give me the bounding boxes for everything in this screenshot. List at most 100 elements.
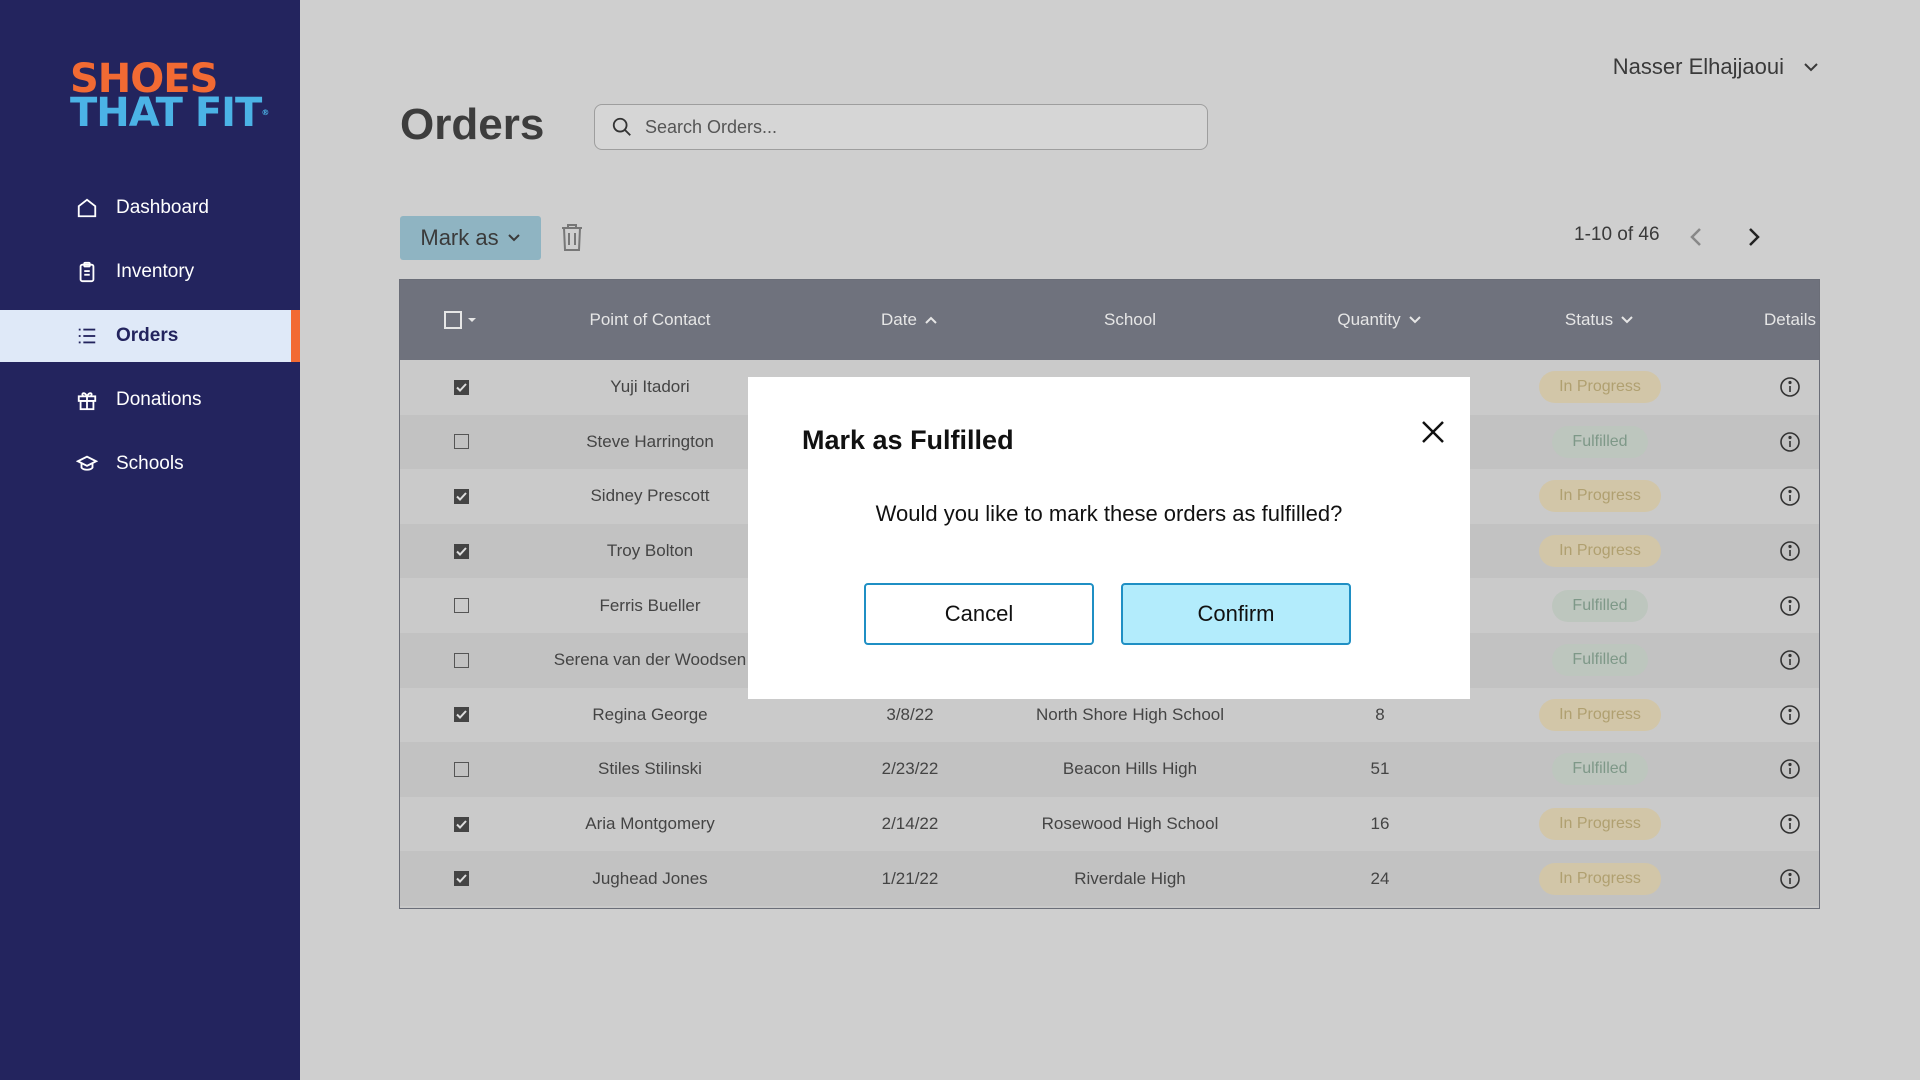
user-menu[interactable]: Nasser Elhajjaoui bbox=[1613, 54, 1820, 80]
info-icon[interactable] bbox=[1779, 376, 1801, 398]
cell-details[interactable] bbox=[1690, 524, 1890, 579]
cell-contact: Ferris Bueller bbox=[599, 595, 701, 615]
chevron-left-icon[interactable] bbox=[1688, 226, 1704, 248]
cell-contact: Serena van der Woodsen bbox=[553, 650, 747, 670]
info-icon[interactable] bbox=[1779, 758, 1801, 780]
info-icon[interactable] bbox=[1779, 868, 1801, 890]
search-box bbox=[594, 104, 1208, 150]
table-row[interactable]: Aria Montgomery 2/14/22 Rosewood High Scho… bbox=[400, 796, 1819, 852]
info-icon[interactable] bbox=[1779, 704, 1801, 726]
cell-details[interactable] bbox=[1690, 633, 1890, 688]
mark-as-dropdown[interactable]: Mark as bbox=[400, 216, 541, 260]
sidebar-item-inventory[interactable]: Inventory bbox=[0, 246, 300, 298]
cancel-button[interactable]: Cancel bbox=[864, 583, 1094, 645]
row-checkbox[interactable] bbox=[453, 707, 469, 723]
sidebar-nav: Dashboard Inventory Orders Donations Sch… bbox=[0, 182, 300, 502]
row-checkbox[interactable] bbox=[453, 761, 469, 777]
sidebar-item-orders[interactable]: Orders bbox=[0, 310, 300, 362]
cell-school: Beacon Hills High bbox=[1062, 759, 1198, 779]
cell-details[interactable] bbox=[1690, 578, 1890, 633]
row-checkbox[interactable] bbox=[453, 652, 469, 668]
cell-contact: Sidney Prescott bbox=[590, 486, 710, 506]
sidebar: SHOES THAT FIT® Dashboard Inventory Orde… bbox=[0, 0, 300, 1080]
column-header-contact[interactable]: Point of Contact bbox=[530, 280, 770, 360]
table-header: Point of Contact Date School Quantity St… bbox=[400, 280, 1819, 360]
check-icon bbox=[455, 710, 467, 720]
row-checkbox-cell[interactable] bbox=[436, 469, 486, 524]
check-icon bbox=[455, 546, 467, 556]
row-checkbox-cell[interactable] bbox=[436, 742, 486, 797]
cell-details[interactable] bbox=[1690, 742, 1890, 797]
row-checkbox-cell[interactable] bbox=[436, 688, 486, 743]
info-icon[interactable] bbox=[1779, 540, 1801, 562]
row-checkbox-cell[interactable] bbox=[436, 797, 486, 852]
row-checkbox-cell[interactable] bbox=[436, 851, 486, 906]
cell-school: Rosewood High School bbox=[1041, 814, 1219, 834]
dialog-title: Mark as Fulfilled bbox=[802, 425, 1014, 455]
row-checkbox-cell[interactable] bbox=[436, 415, 486, 470]
row-checkbox[interactable] bbox=[453, 543, 469, 559]
check-icon bbox=[455, 874, 467, 884]
status-badge: In Progress bbox=[1539, 808, 1661, 841]
caret-down-icon[interactable] bbox=[466, 315, 478, 325]
chevron-right-icon[interactable] bbox=[1746, 226, 1762, 248]
status-badge: In Progress bbox=[1539, 535, 1661, 568]
row-checkbox[interactable] bbox=[453, 598, 469, 614]
table-row[interactable]: Jughead Jones 1/21/22 Riverdale High 24 In P… bbox=[400, 851, 1819, 906]
cell-contact: Jughead Jones bbox=[592, 868, 708, 888]
search-input[interactable] bbox=[645, 116, 1185, 138]
status-badge: In Progress bbox=[1539, 371, 1661, 404]
cell-date: 2/23/22 bbox=[881, 759, 939, 779]
info-icon[interactable] bbox=[1779, 649, 1801, 671]
cell-quantity: 24 bbox=[1370, 868, 1390, 888]
sidebar-item-label: Schools bbox=[116, 453, 184, 474]
cell-details[interactable] bbox=[1690, 469, 1890, 524]
column-header-school[interactable]: School bbox=[990, 280, 1270, 360]
select-all[interactable] bbox=[436, 280, 486, 360]
row-checkbox[interactable] bbox=[453, 434, 469, 450]
clipboard-icon bbox=[79, 261, 95, 283]
row-checkbox[interactable] bbox=[453, 871, 469, 887]
row-checkbox-cell[interactable] bbox=[436, 360, 486, 415]
cell-details[interactable] bbox=[1690, 360, 1890, 415]
row-checkbox-cell[interactable] bbox=[436, 524, 486, 579]
column-label: Date bbox=[881, 310, 917, 329]
column-header-quantity[interactable]: Quantity bbox=[1300, 280, 1460, 360]
cell-details[interactable] bbox=[1690, 415, 1890, 470]
cell-details[interactable] bbox=[1690, 688, 1890, 743]
check-icon bbox=[455, 492, 467, 501]
chevron-up-icon bbox=[925, 316, 937, 324]
row-checkbox-cell[interactable] bbox=[436, 578, 486, 633]
status-badge: Fulfilled bbox=[1552, 589, 1648, 622]
sidebar-item-donations[interactable]: Donations bbox=[0, 374, 300, 426]
sidebar-item-dashboard[interactable]: Dashboard bbox=[0, 182, 300, 234]
chevron-down-icon bbox=[1408, 316, 1421, 324]
cell-contact: Aria Montgomery bbox=[585, 814, 715, 834]
sidebar-item-schools[interactable]: Schools bbox=[0, 438, 300, 490]
column-header-date[interactable]: Date bbox=[810, 280, 1010, 360]
confirm-button[interactable]: Confirm bbox=[1121, 583, 1351, 645]
cell-contact: Stiles Stilinski bbox=[598, 759, 702, 779]
cell-contact: Steve Harrington bbox=[586, 431, 714, 451]
select-all-checkbox[interactable] bbox=[444, 311, 462, 329]
cell-contact: Regina George bbox=[592, 704, 708, 724]
row-checkbox-cell[interactable] bbox=[436, 633, 486, 688]
row-checkbox[interactable] bbox=[453, 379, 469, 395]
cell-details[interactable] bbox=[1690, 797, 1890, 852]
info-icon[interactable] bbox=[1779, 431, 1801, 453]
info-icon[interactable] bbox=[1779, 813, 1801, 835]
close-icon[interactable] bbox=[1418, 417, 1448, 447]
table-row[interactable]: Stiles Stilinski 2/23/22 Beacon Hills High… bbox=[400, 742, 1819, 797]
cell-details[interactable] bbox=[1690, 851, 1890, 906]
status-badge: Fulfilled bbox=[1552, 644, 1648, 677]
graduation-cap-icon bbox=[76, 455, 98, 471]
check-icon bbox=[455, 819, 467, 829]
logo: SHOES THAT FIT® bbox=[70, 59, 269, 133]
row-checkbox[interactable] bbox=[453, 816, 469, 832]
column-label: Status bbox=[1564, 310, 1614, 329]
info-icon[interactable] bbox=[1779, 485, 1801, 507]
info-icon[interactable] bbox=[1779, 595, 1801, 617]
trash-icon[interactable] bbox=[560, 222, 584, 252]
column-label: Quantity bbox=[1337, 310, 1401, 329]
row-checkbox[interactable] bbox=[453, 488, 469, 504]
